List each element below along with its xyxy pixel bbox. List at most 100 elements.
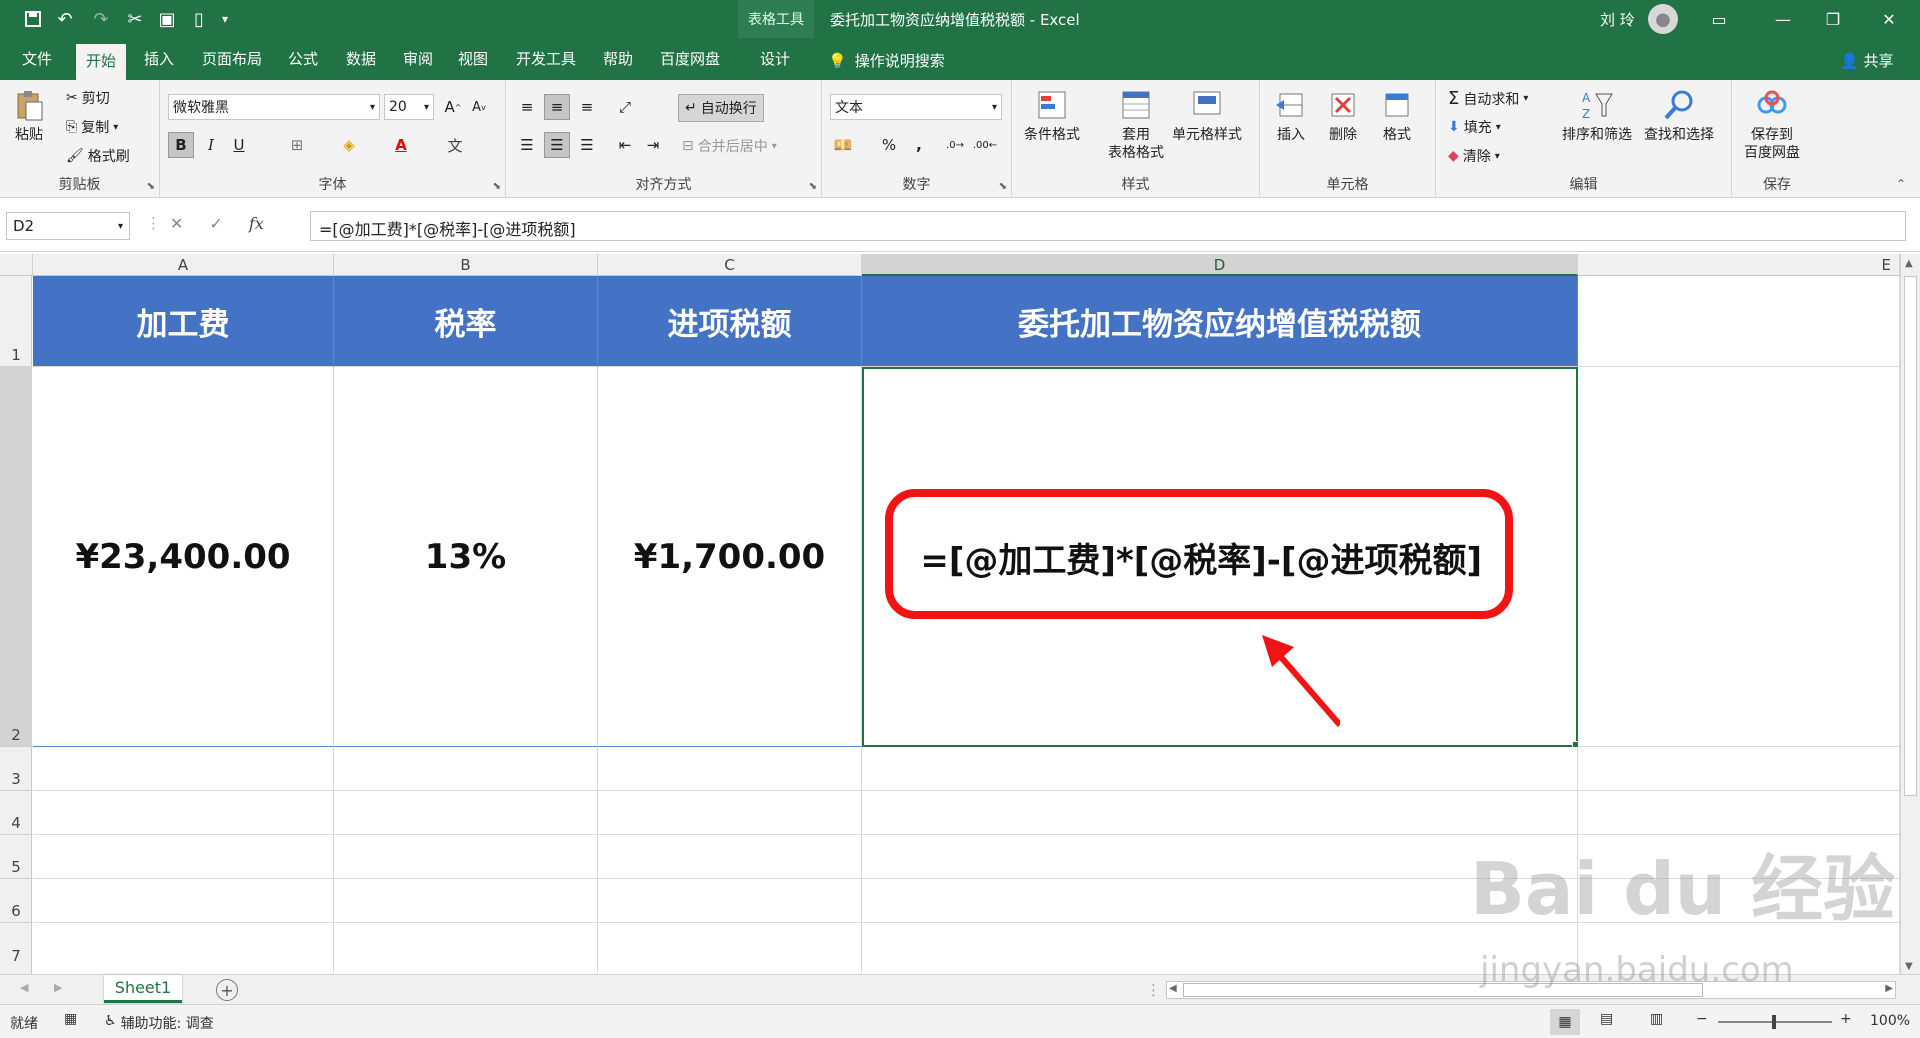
tab-insert[interactable]: 插入 (144, 48, 174, 76)
scroll-down-icon[interactable]: ▼ (1905, 961, 1913, 972)
font-name-select[interactable]: 微软雅黑 ▾ (168, 94, 380, 120)
cell[interactable] (862, 923, 1578, 976)
prev-sheet-icon[interactable]: ◀ (20, 981, 28, 994)
align-bottom-icon[interactable]: ≡ (574, 94, 600, 120)
tab-baidu-netdisk[interactable]: 百度网盘 (660, 48, 720, 76)
tell-me-search[interactable]: 💡 操作说明搜索 (828, 50, 945, 71)
cell[interactable] (1578, 747, 1900, 791)
font-size-select[interactable]: 20 ▾ (384, 94, 434, 120)
cell[interactable] (1578, 276, 1900, 367)
data-cell[interactable]: ¥23,400.00 (33, 367, 334, 747)
tab-page-layout[interactable]: 页面布局 (202, 48, 262, 76)
cell[interactable] (598, 879, 862, 923)
cell[interactable] (33, 747, 334, 791)
increase-font-icon[interactable]: A ^ (440, 94, 466, 120)
accounting-format-icon[interactable]: 💴 (830, 132, 856, 158)
phonetic-icon[interactable]: 文 (442, 132, 468, 158)
table-header-cell[interactable]: 加工费 (33, 276, 334, 367)
cell[interactable] (862, 747, 1578, 791)
table-header-cell[interactable]: 委托加工物资应纳增值税税额 (862, 276, 1578, 367)
column-header-c[interactable]: C (598, 254, 862, 276)
avatar[interactable]: ● (1648, 4, 1678, 34)
minimize-icon[interactable]: — (1760, 0, 1806, 38)
undo-icon[interactable]: ↶ (50, 6, 80, 32)
cell[interactable] (1578, 879, 1900, 923)
decrease-decimal-icon[interactable]: .00← (972, 132, 998, 158)
sheet-tab-sheet1[interactable]: Sheet1 (104, 975, 182, 1003)
align-center-icon[interactable]: ☰ (544, 132, 570, 158)
name-box[interactable]: D2 ▾ (6, 212, 130, 240)
cell[interactable] (334, 923, 598, 976)
number-format-select[interactable]: 文本 ▾ (830, 94, 1002, 120)
cell[interactable] (1578, 835, 1900, 879)
horizontal-scroll-thumb[interactable] (1183, 983, 1703, 997)
wrap-text-button[interactable]: ↵ 自动换行 (678, 94, 764, 122)
enter-icon[interactable]: ✓ (209, 214, 222, 233)
column-header-e[interactable]: E (1578, 254, 1900, 276)
percent-style-button[interactable]: % (876, 132, 902, 158)
table-header-cell[interactable]: 进项税额 (598, 276, 862, 367)
borders-icon[interactable]: ⊞ (284, 132, 310, 158)
save-icon[interactable] (18, 6, 48, 32)
find-select-button[interactable]: 查找和选择 (1644, 88, 1714, 144)
cell[interactable] (1578, 791, 1900, 835)
redo-icon[interactable]: ↷ (86, 6, 116, 32)
font-color-icon[interactable]: A (388, 132, 414, 158)
tab-review[interactable]: 审阅 (403, 48, 433, 76)
cut-quick-icon[interactable]: ✂ (120, 6, 150, 32)
format-as-table-button[interactable]: 套用 表格格式 (1108, 88, 1164, 162)
insert-cells-button[interactable]: 插入 (1274, 88, 1308, 144)
copy-button[interactable]: ⎘ 复制 ▾ (66, 117, 118, 137)
cell[interactable] (33, 879, 334, 923)
close-icon[interactable]: ✕ (1866, 0, 1912, 38)
cell[interactable] (862, 835, 1578, 879)
align-left-icon[interactable]: ☰ (514, 132, 540, 158)
tab-developer[interactable]: 开发工具 (516, 48, 576, 76)
scroll-left-icon[interactable]: ◀ (1169, 983, 1177, 994)
comma-style-button[interactable]: , (906, 132, 932, 158)
cell[interactable] (33, 923, 334, 976)
dialog-launcher-icon[interactable]: ⬊ (809, 181, 817, 192)
cell[interactable] (598, 791, 862, 835)
zoom-out-icon[interactable]: − (1696, 1011, 1708, 1027)
next-sheet-icon[interactable]: ▶ (54, 981, 62, 994)
row-header-7[interactable]: 7 (0, 923, 32, 967)
vertical-scroll-thumb[interactable] (1904, 276, 1917, 796)
cell[interactable] (1578, 367, 1900, 747)
cell[interactable] (33, 835, 334, 879)
fill-button[interactable]: ⬇ 填充 ▾ (1448, 117, 1501, 137)
page-layout-view-icon[interactable]: ▤ (1600, 1011, 1613, 1027)
column-header-a[interactable]: A (33, 254, 334, 276)
align-middle-icon[interactable]: ≡ (544, 94, 570, 120)
scroll-up-icon[interactable]: ▲ (1905, 258, 1913, 269)
underline-button[interactable]: U (226, 132, 252, 158)
table-header-cell[interactable]: 税率 (334, 276, 598, 367)
zoom-in-icon[interactable]: + (1840, 1011, 1852, 1027)
cell[interactable] (334, 791, 598, 835)
page-break-view-icon[interactable]: ▥ (1650, 1011, 1663, 1027)
insert-function-icon[interactable]: fx (249, 214, 264, 233)
row-header-5[interactable]: 5 (0, 835, 32, 879)
cell[interactable] (334, 879, 598, 923)
cell[interactable] (862, 791, 1578, 835)
cell[interactable] (862, 879, 1578, 923)
ribbon-display-icon[interactable]: ▭ (1696, 0, 1742, 38)
cell[interactable] (334, 835, 598, 879)
cell[interactable] (1578, 923, 1900, 976)
align-right-icon[interactable]: ☰ (574, 132, 600, 158)
align-top-icon[interactable]: ≡ (514, 94, 540, 120)
horizontal-scrollbar[interactable]: ◀ ▶ (1166, 981, 1896, 999)
tab-home[interactable]: 开始 (76, 44, 127, 80)
increase-decimal-icon[interactable]: .0→ (942, 132, 968, 158)
tab-formulas[interactable]: 公式 (288, 48, 318, 76)
user-name[interactable]: 刘 玲 (1600, 9, 1635, 30)
column-header-d[interactable]: D (862, 254, 1578, 276)
accessibility-status[interactable]: ♿ 辅助功能: 调查 (104, 1013, 214, 1033)
cell-styles-button[interactable]: 单元格样式 (1172, 88, 1242, 144)
cell[interactable] (598, 747, 862, 791)
row-header-4[interactable]: 4 (0, 791, 32, 835)
select-all-corner[interactable] (0, 254, 33, 276)
normal-view-icon[interactable]: ▦ (1550, 1009, 1580, 1035)
data-cell[interactable]: ¥1,700.00 (598, 367, 862, 747)
cell[interactable] (598, 835, 862, 879)
